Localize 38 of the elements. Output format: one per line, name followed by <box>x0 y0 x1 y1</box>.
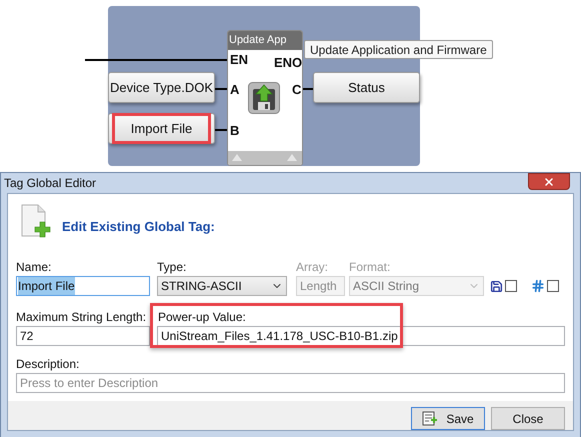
variable-node[interactable]: Status <box>313 72 420 103</box>
save-add-icon <box>422 410 438 426</box>
block-title: Update App <box>229 33 286 48</box>
triangle-icon <box>232 154 242 161</box>
save-icon <box>490 280 503 292</box>
field-label: Type: <box>157 259 188 276</box>
pin-label: A <box>230 81 240 99</box>
name-field[interactable]: Import File <box>16 276 150 296</box>
pin-label: EN <box>230 51 248 69</box>
field-label: Format: <box>349 259 392 276</box>
dialog-heading: Edit Existing Global Tag: <box>62 218 215 236</box>
field-label: Array: <box>296 259 330 276</box>
field-label: Maximum String Length: <box>16 309 148 326</box>
window-title: Tag Global Editor <box>4 175 96 192</box>
close-icon <box>543 176 555 188</box>
power-up-value-field[interactable]: UniStream_Files_1.41.178_USC-B10-B1.zip <box>157 326 565 346</box>
close-button[interactable]: Close <box>491 407 565 430</box>
type-dropdown[interactable]: STRING-ASCII <box>157 276 287 296</box>
field-label: Name: <box>16 259 52 276</box>
wire <box>215 88 227 90</box>
field-label: Power-up Value: <box>158 309 247 326</box>
field-label: Description: <box>16 356 80 373</box>
wire <box>302 88 313 90</box>
hash-icon <box>531 279 545 293</box>
pin-label: C <box>292 81 302 99</box>
pin-label: ENO <box>274 54 302 72</box>
wire <box>215 129 227 131</box>
floppy-upload-icon <box>248 82 280 114</box>
function-block[interactable] <box>227 30 303 166</box>
tooltip: Update Application and Firmware <box>304 40 493 59</box>
save-button[interactable]: Save <box>411 407 485 430</box>
max-length-field[interactable]: 72 <box>16 326 150 346</box>
checkbox[interactable] <box>547 280 559 292</box>
variable-node[interactable]: Device Type.DOK <box>108 72 215 103</box>
checkbox[interactable] <box>505 280 517 292</box>
triangle-icon <box>287 154 297 161</box>
close-button[interactable] <box>528 173 570 190</box>
pin-label: B <box>230 122 240 140</box>
